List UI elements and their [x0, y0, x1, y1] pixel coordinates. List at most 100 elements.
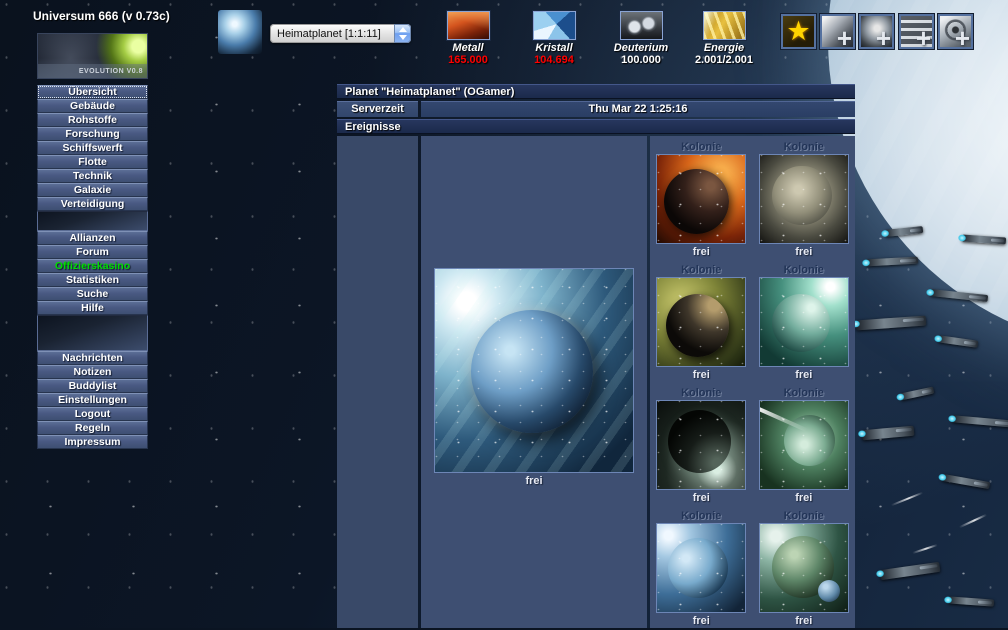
server-time-row: Serverzeit Thu Mar 22 1:25:16 [337, 101, 855, 117]
logo-caption: EVOLUTION V0.8 [38, 64, 147, 78]
colony-planet-image[interactable] [656, 523, 746, 613]
colony-planet-image[interactable] [759, 523, 849, 613]
resource-value: 100.000 [596, 54, 686, 66]
server-time-value: Thu Mar 22 1:25:16 [421, 101, 855, 117]
colony-planet-image[interactable] [759, 154, 849, 244]
colony-status: frei [693, 492, 710, 504]
resource-energie: Energie 2.001/2.001 [679, 11, 769, 66]
resource-label: Deuterium [596, 42, 686, 54]
resource-label: Kristall [509, 42, 599, 54]
left-spacer-column [337, 136, 418, 628]
star-glyph: ★ [786, 16, 810, 47]
sidebar-item-hilfe[interactable]: Hilfe [37, 301, 148, 315]
officer-fleet-icon[interactable]: + [899, 14, 934, 49]
sidebar-item-regeln[interactable]: Regeln [37, 421, 148, 435]
planet-select-value: Heimatplanet [1:1:11] [270, 28, 394, 40]
colony-link[interactable]: Kolonie [784, 510, 824, 522]
planet-sphere [772, 536, 834, 598]
sidebar-item-suche[interactable]: Suche [37, 287, 148, 301]
sidebar-item-einstellungen[interactable]: Einstellungen [37, 393, 148, 407]
plus-icon: + [916, 25, 931, 51]
colony-status: frei [795, 492, 812, 504]
colony-grid: Kolonie frei Kolonie frei Kolonie frei K… [650, 136, 855, 628]
officer-atom-icon[interactable]: + [938, 14, 973, 49]
colony-slot: Kolonie frei [650, 507, 753, 630]
resource-deuterium: Deuterium 100.000 [596, 11, 686, 66]
current-planet-thumbnail[interactable] [218, 10, 262, 54]
colony-status: frei [693, 246, 710, 258]
sidebar-item-offizierskasino[interactable]: Offizierskasino [37, 259, 148, 273]
crystal-icon [533, 11, 576, 40]
sidebar-spacer [37, 211, 148, 231]
colony-slot: Kolonie frei [753, 138, 856, 261]
overview-grid: frei Kolonie frei Kolonie frei Kolonie f… [337, 136, 855, 628]
home-planet-image[interactable] [434, 268, 634, 473]
planet-sphere [471, 310, 594, 434]
colony-link[interactable]: Kolonie [681, 510, 721, 522]
planet-header-bar: Planet "Heimatplanet" (OGamer) [337, 84, 855, 99]
colony-status: frei [795, 369, 812, 381]
sidebar-item-impressum[interactable]: Impressum [37, 435, 148, 449]
plus-icon: + [955, 25, 970, 51]
sidebar-item-flotte[interactable]: Flotte [37, 155, 148, 169]
planet-sphere [666, 294, 729, 357]
universe-title: Universum 666 (v 0.73c) [33, 9, 170, 23]
sidebar-spacer [37, 315, 148, 351]
main-content: Planet "Heimatplanet" (OGamer) Serverzei… [337, 84, 855, 628]
resource-label: Metall [423, 42, 513, 54]
resource-kristall: Kristall 104.694 [509, 11, 599, 66]
sidebar-item-rohstoffe[interactable]: Rohstoffe [37, 113, 148, 127]
rank-star-icon[interactable]: ★ [781, 14, 816, 49]
sidebar-item-notizen[interactable]: Notizen [37, 365, 148, 379]
colony-link[interactable]: Kolonie [784, 387, 824, 399]
colony-planet-image[interactable] [656, 277, 746, 367]
metal-ore-icon [447, 11, 490, 40]
colony-slot: Kolonie frei [650, 384, 753, 507]
energy-icon [703, 11, 746, 40]
home-planet-column: frei [421, 136, 647, 628]
home-planet-status: frei [525, 475, 542, 487]
sidebar-item-logout[interactable]: Logout [37, 407, 148, 421]
colony-planet-image[interactable] [759, 400, 849, 490]
resource-metall: Metall 165.000 [423, 11, 513, 66]
planet-select[interactable]: Heimatplanet [1:1:11] [270, 24, 411, 43]
colony-slot: Kolonie frei [650, 261, 753, 384]
colony-slot: Kolonie frei [753, 261, 856, 384]
sidebar-item-forschung[interactable]: Forschung [37, 127, 148, 141]
sidebar-item-nachrichten[interactable]: Nachrichten [37, 351, 148, 365]
planet-sphere [668, 410, 731, 473]
colony-status: frei [693, 369, 710, 381]
colony-slot: Kolonie frei [753, 507, 856, 630]
events-header-bar: Ereignisse [337, 119, 855, 134]
plus-icon: + [876, 25, 891, 51]
colony-link[interactable]: Kolonie [784, 264, 824, 276]
sidebar-item-technik[interactable]: Technik [37, 169, 148, 183]
select-stepper-icon[interactable] [394, 24, 411, 43]
colony-status: frei [795, 246, 812, 258]
colony-link[interactable]: Kolonie [784, 141, 824, 153]
colony-planet-image[interactable] [656, 154, 746, 244]
colony-link[interactable]: Kolonie [681, 141, 721, 153]
sidebar-item-buddylist[interactable]: Buddylist [37, 379, 148, 393]
game-logo: EVOLUTION V0.8 [37, 33, 148, 79]
officer-wing-icon[interactable]: + [820, 14, 855, 49]
colony-planet-image[interactable] [759, 277, 849, 367]
colony-slot: Kolonie frei [753, 384, 856, 507]
deuterium-icon [620, 11, 663, 40]
server-time-label: Serverzeit [337, 101, 418, 117]
sidebar-item-forum[interactable]: Forum [37, 245, 148, 259]
colony-link[interactable]: Kolonie [681, 264, 721, 276]
sidebar-item-verteidigung[interactable]: Verteidigung [37, 197, 148, 211]
planet-sphere [772, 294, 830, 352]
colony-link[interactable]: Kolonie [681, 387, 721, 399]
sidebar-item-statistiken[interactable]: Statistiken [37, 273, 148, 287]
sidebar-item-allianzen[interactable]: Allianzen [37, 231, 148, 245]
sidebar-item-uebersicht[interactable]: Übersicht [37, 85, 148, 99]
colony-status: frei [693, 615, 710, 627]
sidebar-item-schiffswerft[interactable]: Schiffswerft [37, 141, 148, 155]
colony-planet-image[interactable] [656, 400, 746, 490]
officer-globe-icon[interactable]: + [859, 14, 894, 49]
sidebar-item-gebaeude[interactable]: Gebäude [37, 99, 148, 113]
resource-value: 165.000 [423, 54, 513, 66]
sidebar-item-galaxie[interactable]: Galaxie [37, 183, 148, 197]
